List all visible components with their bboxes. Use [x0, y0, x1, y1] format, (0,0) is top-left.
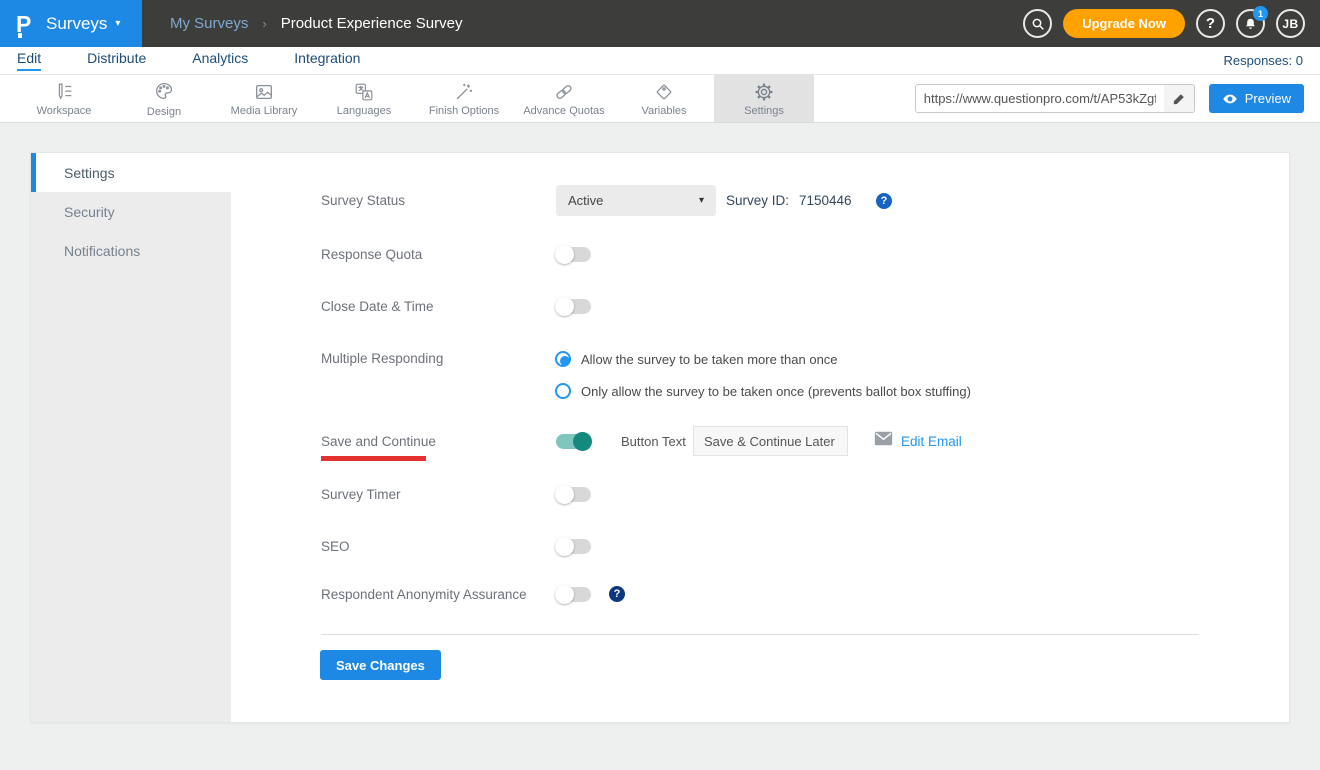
tab-integration[interactable]: Integration — [294, 50, 360, 71]
edit-url-button[interactable] — [1164, 85, 1194, 112]
eye-icon — [1222, 91, 1238, 107]
response-quota-toggle[interactable] — [556, 247, 591, 262]
edit-toolbar: Workspace Design Media Library Languages… — [0, 75, 1320, 123]
product-switcher[interactable]: P Surveys ▾ — [0, 0, 142, 47]
tab-distribute[interactable]: Distribute — [87, 50, 146, 71]
survey-url-input[interactable] — [916, 91, 1164, 106]
toolbar-right: Preview — [915, 75, 1320, 122]
survey-id-label: Survey ID: — [726, 193, 789, 208]
row-anonymity: Respondent Anonymity Assurance ? — [31, 578, 1289, 610]
response-quota-label: Response Quota — [321, 247, 546, 262]
seo-label: SEO — [321, 539, 546, 554]
tag-icon — [653, 81, 675, 103]
app-root: P Surveys ▾ My Surveys › Product Experie… — [0, 0, 1320, 770]
notification-badge: 1 — [1253, 6, 1268, 21]
search-icon — [1030, 16, 1046, 32]
top-header: P Surveys ▾ My Surveys › Product Experie… — [0, 0, 1320, 47]
close-date-toggle[interactable] — [556, 299, 591, 314]
survey-status-dropdown[interactable]: Active ▾ — [556, 185, 716, 216]
page-title: Product Experience Survey — [281, 15, 463, 32]
toolbar-item-workspace[interactable]: Workspace — [14, 75, 114, 122]
save-continue-highlight-underline — [321, 456, 426, 461]
button-text-input[interactable] — [693, 426, 848, 456]
survey-id-value: 7150446 — [799, 193, 852, 208]
save-changes-button[interactable]: Save Changes — [320, 650, 441, 680]
survey-id-help-icon[interactable]: ? — [876, 193, 892, 209]
toolbar-item-languages[interactable]: Languages — [314, 75, 414, 122]
avatar[interactable]: JB — [1276, 9, 1305, 38]
radio-option-multiple-allowed[interactable]: Allow the survey to be taken more than o… — [555, 351, 838, 367]
button-text-label: Button Text — [621, 434, 686, 449]
settings-card: Settings Security Notifications Survey S… — [30, 152, 1290, 723]
upgrade-now-button[interactable]: Upgrade Now — [1063, 9, 1185, 38]
tab-edit[interactable]: Edit — [17, 50, 41, 71]
settings-form: Survey Status Active ▾ Survey ID: 715044… — [31, 153, 1289, 722]
responses-count: Responses: 0 — [1224, 53, 1304, 68]
toolbar-item-settings[interactable]: Settings — [714, 75, 814, 122]
save-continue-label: Save and Continue — [321, 434, 546, 449]
survey-tabbar: Edit Distribute Analytics Integration Re… — [0, 47, 1320, 75]
image-icon — [253, 81, 275, 103]
anonymity-label: Respondent Anonymity Assurance — [321, 587, 546, 602]
form-divider — [321, 634, 1199, 635]
breadcrumb-my-surveys[interactable]: My Surveys — [170, 15, 248, 32]
breadcrumb-separator-icon: › — [262, 16, 266, 31]
palette-icon — [153, 80, 175, 102]
row-survey-timer: Survey Timer — [31, 478, 1289, 510]
tab-analytics[interactable]: Analytics — [192, 50, 248, 71]
multiple-responding-label: Multiple Responding — [321, 351, 546, 366]
questionpro-logo-icon: P — [16, 9, 42, 39]
toolbar-item-advance-quotas[interactable]: Advance Quotas — [514, 75, 614, 122]
radio-unselected-icon[interactable] — [555, 383, 571, 399]
survey-timer-label: Survey Timer — [321, 487, 546, 502]
close-date-label: Close Date & Time — [321, 299, 546, 314]
preview-button[interactable]: Preview — [1209, 84, 1304, 113]
survey-url-box — [915, 84, 1195, 113]
chevron-down-icon: ▾ — [115, 18, 120, 29]
header-actions: Upgrade Now ? 1 JB — [1023, 9, 1320, 38]
toolbar-item-design[interactable]: Design — [114, 75, 214, 122]
save-continue-toggle[interactable] — [556, 434, 591, 449]
notifications-button[interactable]: 1 — [1236, 9, 1265, 38]
workspace-icon — [53, 81, 75, 103]
anonymity-toggle[interactable] — [556, 587, 591, 602]
toolbar-item-variables[interactable]: Variables — [614, 75, 714, 122]
page-body: Settings Security Notifications Survey S… — [0, 123, 1320, 770]
magic-wand-icon — [453, 81, 475, 103]
email-icon — [874, 431, 893, 451]
chain-link-icon — [553, 81, 575, 103]
row-multiple-responding: Multiple Responding Allow the survey to … — [31, 343, 1289, 407]
question-mark-icon: ? — [1206, 15, 1215, 32]
breadcrumb: My Surveys › Product Experience Survey — [170, 15, 462, 32]
toolbar-item-finish-options[interactable]: Finish Options — [414, 75, 514, 122]
toolbar-item-media-library[interactable]: Media Library — [214, 75, 314, 122]
search-button[interactable] — [1023, 9, 1052, 38]
row-seo: SEO — [31, 530, 1289, 562]
product-name: Surveys — [46, 14, 107, 34]
help-button[interactable]: ? — [1196, 9, 1225, 38]
survey-timer-toggle[interactable] — [556, 487, 591, 502]
chevron-down-icon: ▾ — [699, 195, 704, 206]
translate-icon — [353, 81, 375, 103]
pencil-icon — [1172, 92, 1186, 106]
survey-status-label: Survey Status — [321, 193, 546, 208]
row-save-and-continue: Save and Continue Button Text Edit Email — [31, 425, 1289, 457]
gear-icon — [753, 81, 775, 103]
edit-email-link[interactable]: Edit Email — [901, 434, 962, 449]
seo-toggle[interactable] — [556, 539, 591, 554]
row-close-date: Close Date & Time — [31, 290, 1289, 322]
radio-selected-icon[interactable] — [555, 351, 571, 367]
radio-option-once-only[interactable]: Only allow the survey to be taken once (… — [555, 383, 971, 399]
row-survey-status: Survey Status Active ▾ Survey ID: 715044… — [31, 185, 1289, 216]
row-response-quota: Response Quota — [31, 238, 1289, 270]
anonymity-help-icon[interactable]: ? — [609, 586, 625, 602]
